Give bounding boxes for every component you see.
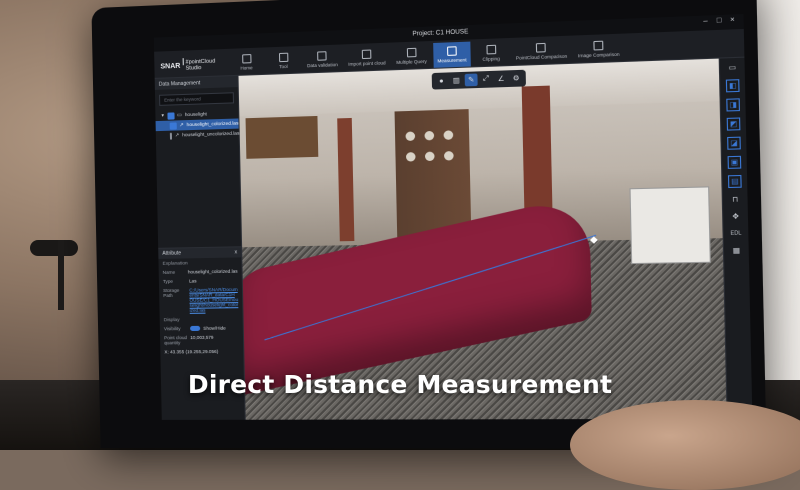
close-icon[interactable]: x <box>235 249 238 255</box>
pin-icon[interactable]: ● <box>435 75 448 88</box>
door-hole <box>444 130 454 140</box>
expand-icon[interactable]: ⤢ <box>480 73 493 86</box>
grid-icon[interactable]: ▦ <box>731 245 742 256</box>
attr-row-storage: Storage Path C:/Users/SNAR/Documents/SNAR… <box>159 285 243 315</box>
checkbox[interactable] <box>167 112 174 119</box>
tool-multiple-query[interactable]: Multiple Query <box>392 43 432 69</box>
attr-row-extra: X: 43.355 (19.255,29.056) <box>160 347 243 357</box>
door-hole <box>425 152 435 162</box>
cube-top-icon[interactable]: ◧ <box>726 79 740 92</box>
validation-icon <box>318 51 328 61</box>
cube-left-icon[interactable]: ◩ <box>727 117 741 130</box>
checkbox[interactable] <box>170 132 172 139</box>
image-icon <box>594 41 604 51</box>
measurement-toolbar: ● ▥ ✎ ⤢ ∠ ⚙ <box>432 70 526 90</box>
point-cloud-cabinet <box>246 116 319 159</box>
minimize-icon[interactable]: – <box>703 19 710 26</box>
point-cloud-pillar <box>337 118 354 241</box>
tool-image-comparison[interactable]: Image Comparison <box>573 36 624 63</box>
app-window: Project: C1 HOUSE – □ × SNAR | #pointClo… <box>154 14 753 420</box>
home-icon <box>242 54 251 63</box>
file-icon: ↗ <box>175 132 179 138</box>
door-hole <box>444 151 454 161</box>
storage-path-link[interactable]: C:/Users/SNAR/Documents/SNAR_data/C1HOUS… <box>189 287 238 313</box>
tool-icon <box>278 53 287 63</box>
cube-right-icon[interactable]: ◪ <box>727 137 741 150</box>
door-hole <box>424 131 434 141</box>
tool-measurement[interactable]: Measurement <box>433 42 471 68</box>
logo-brand: SNAR <box>160 62 180 70</box>
checkbox[interactable] <box>170 122 177 129</box>
edl-button[interactable]: EDL <box>727 228 745 239</box>
folder-icon: ▭ <box>177 112 182 118</box>
hand <box>570 400 800 490</box>
tool-tool[interactable]: Tool <box>266 48 301 74</box>
lamp <box>30 240 78 256</box>
window-controls: – □ × <box>703 18 737 26</box>
cube-back-icon[interactable]: ▣ <box>728 156 742 169</box>
door-hole <box>405 131 415 141</box>
folder-icon[interactable]: ▭ <box>727 62 738 73</box>
lock-icon[interactable]: ⊓ <box>729 194 740 205</box>
lamp-stem <box>58 240 64 310</box>
import-icon <box>362 49 372 59</box>
tool-import-point-cloud[interactable]: Import point cloud <box>344 45 390 71</box>
pencil-icon[interactable]: ✎ <box>465 74 478 87</box>
tool-clipping[interactable]: Clipping <box>473 40 510 66</box>
angle-icon[interactable]: ∠ <box>495 72 508 85</box>
tool-home[interactable]: Home <box>229 50 264 76</box>
data-management-panel: Data Management Enter the keyword ▾ ▭ ho… <box>155 76 246 420</box>
search-input[interactable]: Enter the keyword <box>159 92 234 106</box>
ruler-icon <box>447 46 457 56</box>
query-icon <box>406 48 416 58</box>
video-caption: Direct Distance Measurement <box>0 370 800 399</box>
maximize-icon[interactable]: □ <box>717 18 724 25</box>
tree-item-uncolorized[interactable]: ↗ houselight_uncolorized.las <box>156 129 239 142</box>
3d-viewport[interactable]: ● ▥ ✎ ⤢ ∠ ⚙ <box>239 59 728 420</box>
visibility-toggle[interactable] <box>190 326 200 331</box>
columns-icon[interactable]: ▥ <box>450 74 463 87</box>
tool-pointcloud-comparison[interactable]: PointCloud Comparison <box>511 38 572 65</box>
point-cloud-shelf <box>629 186 710 264</box>
clipping-icon <box>486 45 496 55</box>
expand-icon[interactable]: ▾ <box>161 113 164 119</box>
compare-icon <box>536 43 546 53</box>
logo-product: #pointCloud Studio <box>185 58 227 72</box>
app-logo: SNAR | #pointCloud Studio <box>160 53 227 78</box>
window-title: Project: C1 HOUSE <box>412 29 468 37</box>
door-hole <box>406 152 416 162</box>
file-icon: ↗ <box>179 122 183 128</box>
close-icon[interactable]: × <box>730 18 737 25</box>
gear-icon[interactable]: ⚙ <box>510 72 523 85</box>
attr-row-quantity: Point cloud quantity 10,003,579 <box>160 333 243 348</box>
move-icon[interactable]: ✥ <box>730 211 741 222</box>
panel-title: Data Management <box>155 76 238 90</box>
cube-bottom-icon[interactable]: ▤ <box>728 175 742 188</box>
tool-data-validation[interactable]: Data validation <box>303 47 343 73</box>
cube-front-icon[interactable]: ◨ <box>726 98 740 111</box>
